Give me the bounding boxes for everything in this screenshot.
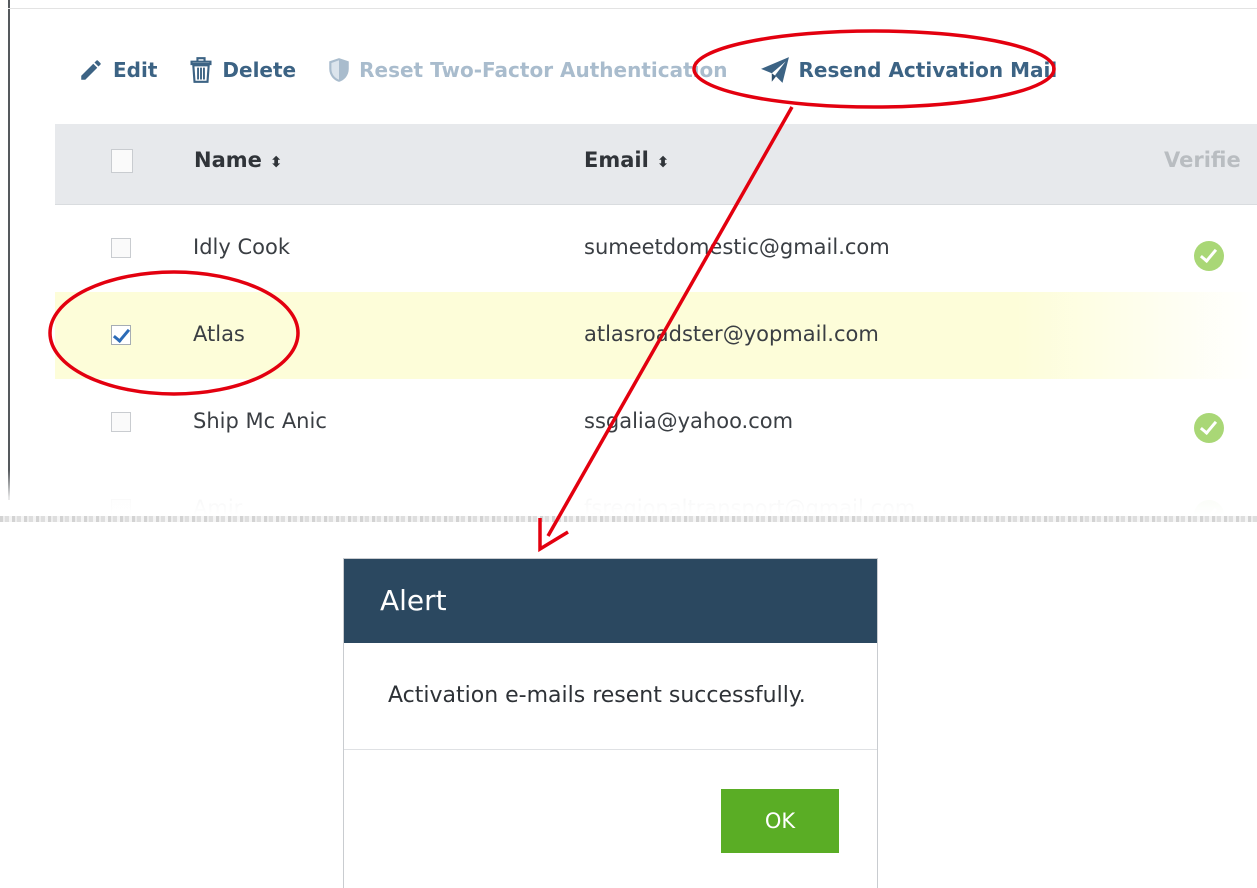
resend-activation-mail-button[interactable]: Resend Activation Mail: [760, 56, 1058, 84]
trash-icon: [189, 57, 213, 83]
alert-header: Alert: [344, 559, 877, 643]
user-name: Atlas: [193, 322, 245, 346]
select-all-checkbox[interactable]: [111, 149, 133, 173]
panel-border: [8, 0, 10, 500]
row-checkbox[interactable]: [111, 325, 131, 345]
shield-icon: [328, 57, 350, 83]
alert-body: Activation e-mails resent successfully.: [344, 643, 877, 750]
alert-dialog: Alert Activation e-mails resent successf…: [343, 558, 878, 888]
arrowhead: [538, 518, 569, 553]
name-column-label: Name: [194, 148, 262, 172]
sort-icon: ⬍: [656, 153, 670, 171]
verified-check-icon: [1194, 413, 1224, 443]
table-row[interactable]: Amir fsregionaltransport@gmail.com: [55, 466, 1257, 522]
user-toolbar: Edit Delete Reset Two-Factor Authenticat…: [78, 52, 1089, 88]
table-header: Name ⬍ Email ⬍ Verifie: [55, 124, 1257, 205]
table-row[interactable]: Idly Cook sumeetdomestic@gmail.com: [55, 205, 1257, 293]
edit-button[interactable]: Edit: [78, 57, 157, 83]
reset-two-factor-button[interactable]: Reset Two-Factor Authentication: [328, 57, 728, 83]
user-email: ssgalia@yahoo.com: [584, 409, 794, 433]
verified-column-header[interactable]: Verifie: [1164, 148, 1241, 172]
torn-edge: [0, 516, 1257, 522]
email-column-header[interactable]: Email ⬍: [584, 148, 669, 172]
verified-check-icon: [1194, 241, 1224, 271]
user-email: atlasroadster@yopmail.com: [584, 322, 879, 346]
reset-two-factor-label: Reset Two-Factor Authentication: [359, 58, 728, 82]
name-column-header[interactable]: Name ⬍: [194, 148, 282, 172]
table-row[interactable]: Atlas atlasroadster@yopmail.com: [55, 292, 1257, 380]
sort-icon: ⬍: [269, 153, 283, 171]
row-checkbox[interactable]: [111, 238, 131, 258]
pencil-icon: [78, 57, 104, 83]
user-name: Ship Mc Anic: [193, 409, 327, 433]
delete-button[interactable]: Delete: [189, 57, 296, 83]
user-name: Idly Cook: [193, 235, 290, 259]
user-email: sumeetdomestic@gmail.com: [584, 235, 890, 259]
verified-column-label: Verifie: [1164, 148, 1241, 172]
screenshot: Edit Delete Reset Two-Factor Authenticat…: [0, 0, 1257, 888]
alert-title: Alert: [380, 584, 447, 617]
users-panel: Edit Delete Reset Two-Factor Authenticat…: [0, 0, 1257, 522]
email-column-label: Email: [584, 148, 649, 172]
ok-button[interactable]: OK: [721, 789, 839, 853]
paper-plane-icon: [760, 56, 790, 84]
row-checkbox[interactable]: [111, 412, 131, 432]
panel-top-border: [8, 8, 1257, 9]
edit-label: Edit: [113, 58, 158, 82]
table-row[interactable]: Ship Mc Anic ssgalia@yahoo.com: [55, 379, 1257, 467]
delete-label: Delete: [222, 58, 297, 82]
resend-activation-mail-label: Resend Activation Mail: [798, 58, 1058, 82]
alert-message: Activation e-mails resent successfully.: [388, 683, 806, 708]
